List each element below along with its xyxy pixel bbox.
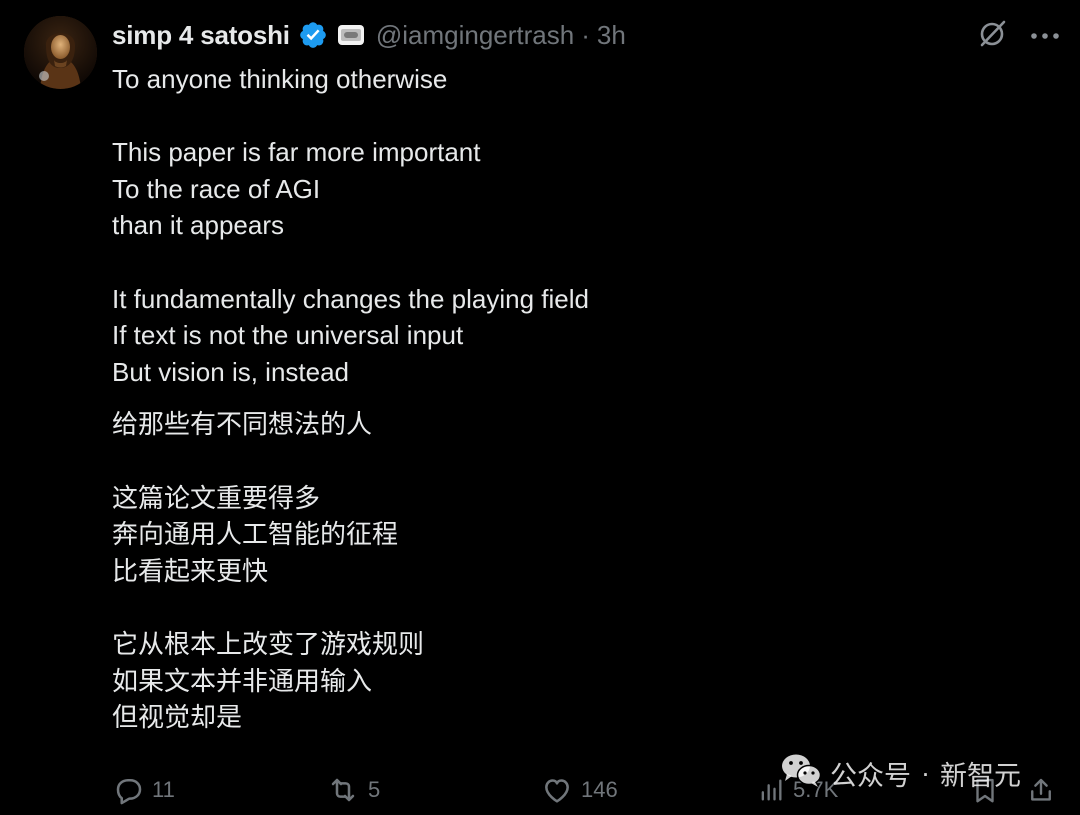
text-line: 但视觉却是 (112, 702, 243, 733)
verified-badge-icon[interactable] (298, 20, 328, 50)
like-icon (541, 774, 573, 806)
wechat-watermark: 公众号 · 新智元 (780, 752, 1021, 795)
text-line: 如果文本并非通用输入 (112, 665, 373, 696)
reply-icon (112, 774, 144, 806)
watermark-separator: · (921, 758, 930, 788)
paragraph: 给那些有不同想法的人 (112, 406, 1032, 443)
like-button[interactable]: 146 (541, 770, 618, 810)
header-actions (976, 18, 1060, 55)
paragraph: 它从根本上改变了游戏规则 如果文本并非通用输入 但视觉却是 (112, 626, 1032, 736)
repost-count: 5 (368, 777, 381, 802)
paragraph: To anyone thinking otherwise (112, 61, 1032, 98)
repost-button[interactable]: 5 (326, 770, 380, 810)
text-line: than it appears (112, 210, 285, 241)
tweet-text: To anyone thinking otherwise This paper … (112, 61, 1032, 736)
more-icon[interactable] (1030, 28, 1060, 46)
share-icon (1026, 774, 1056, 806)
grok-icon[interactable] (976, 18, 1008, 55)
paragraph: It fundamentally changes the playing fie… (112, 281, 1032, 391)
text-line: 比看起来更快 (112, 555, 269, 586)
avatar[interactable] (24, 16, 97, 89)
watermark-account: 新智元 (940, 761, 1021, 791)
paragraph: This paper is far more important To the … (112, 134, 1032, 244)
reply-button[interactable]: 11 (112, 770, 175, 810)
tweet-header: simp 4 satoshi @iamgingertrash · 3h (112, 14, 626, 56)
paragraph: 这篇论文重要得多 奔向通用人工智能的征程 比看起来更快 (112, 480, 1032, 590)
text-line: But vision is, instead (112, 356, 350, 387)
avatar-portrait-icon (24, 16, 97, 89)
share-button[interactable] (1026, 770, 1056, 810)
author-handle[interactable]: @iamgingertrash (376, 20, 574, 51)
wechat-icon (780, 752, 822, 795)
text-line: 它从根本上改变了游戏规则 (112, 628, 425, 659)
text-line: To anyone thinking otherwise (112, 64, 448, 94)
text-line: 这篇论文重要得多 (112, 482, 321, 513)
timestamp[interactable]: 3h (597, 20, 626, 51)
header-separator: · (581, 19, 590, 50)
text-line: 奔向通用人工智能的征程 (112, 519, 399, 550)
watermark-source: 公众号 (830, 761, 911, 791)
text-line: This paper is far more important (112, 137, 481, 168)
text-line: If text is not the universal input (112, 320, 464, 351)
text-line: It fundamentally changes the playing fie… (112, 283, 589, 314)
repost-icon (326, 774, 360, 806)
tweet-card[interactable]: simp 4 satoshi @iamgingertrash · 3h To a… (0, 0, 1080, 815)
display-name[interactable]: simp 4 satoshi (112, 20, 290, 51)
affiliate-badge-icon[interactable] (337, 25, 364, 45)
reply-count: 11 (152, 777, 175, 802)
text-line: 给那些有不同想法的人 (112, 409, 373, 440)
text-line: To the race of AGI (112, 173, 321, 204)
like-count: 146 (581, 777, 618, 802)
